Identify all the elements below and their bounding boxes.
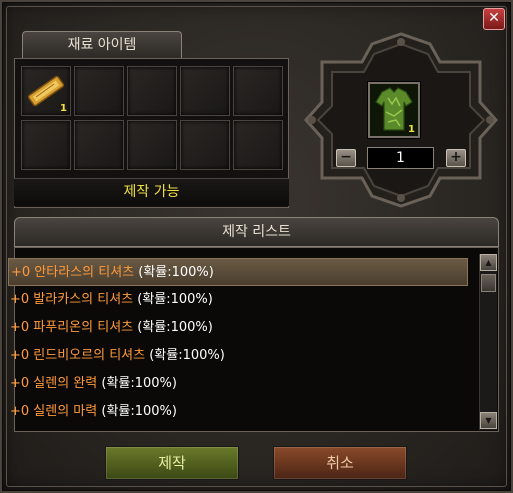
slot-count: 1	[60, 103, 67, 114]
craft-list-item[interactable]: +0 안타라스의 티셔츠 (확률:100%)	[8, 258, 468, 286]
craft-list-item[interactable]: +0 파푸리온의 티셔츠 (확률:100%)	[8, 314, 468, 342]
quantity-increase-button[interactable]: +	[446, 149, 466, 167]
quantity-decrease-button[interactable]: −	[336, 149, 356, 167]
item-probability: (확률:100%)	[149, 348, 225, 363]
material-slot[interactable]	[233, 120, 283, 170]
material-slot[interactable]	[21, 120, 71, 170]
close-button[interactable]: ✕	[483, 8, 505, 30]
item-name: +0 실렌의 완력	[10, 376, 102, 391]
material-slot[interactable]	[233, 66, 283, 116]
item-name: +0 린드비오르의 티셔츠	[10, 348, 150, 363]
item-name: +0 안타라스의 티셔츠	[11, 265, 139, 280]
materials-tab[interactable]: 재료 아이템	[22, 31, 182, 59]
scroll-up-button[interactable]: ▲	[480, 254, 497, 271]
craft-list-scrollbar[interactable]: ▲ ▼	[479, 254, 497, 430]
item-probability: (확률:100%)	[101, 376, 177, 391]
craft-list-item[interactable]: +0 발라카스의 티셔츠 (확률:100%)	[8, 286, 468, 314]
quantity-input[interactable]: 1	[367, 147, 434, 169]
item-name: +0 파푸리온의 티셔츠	[10, 320, 138, 335]
material-slot[interactable]	[127, 66, 177, 116]
scroll-thumb[interactable]	[481, 274, 496, 292]
item-name: +0 발라카스의 티셔츠	[10, 292, 138, 307]
item-probability: (확률:100%)	[101, 404, 177, 419]
craft-list-item[interactable]: +0 실렌의 완력 (확률:100%)	[8, 370, 468, 398]
material-slot[interactable]: 1	[21, 66, 71, 116]
material-slot[interactable]	[127, 120, 177, 170]
item-probability: (확률:100%)	[138, 265, 214, 280]
material-slot[interactable]	[74, 120, 124, 170]
craft-button[interactable]: 제작	[105, 446, 239, 480]
cancel-button[interactable]: 취소	[273, 446, 407, 480]
craft-status: 제작 가능	[14, 178, 289, 206]
material-slot[interactable]	[180, 120, 230, 170]
material-slot[interactable]	[74, 66, 124, 116]
scroll-down-button[interactable]: ▼	[480, 412, 497, 429]
material-slot[interactable]	[180, 66, 230, 116]
item-probability: (확률:100%)	[137, 292, 213, 307]
craft-list-item[interactable]: +0 린드비오르의 티셔츠 (확률:100%)	[8, 342, 468, 370]
craft-window: ✕ 재료 아이템 1 제작 가능 1 − 1 + 제작 리스트 +0 안타라스의…	[0, 0, 513, 493]
craft-list-title: 제작 리스트	[14, 217, 499, 247]
result-count: 1	[408, 124, 415, 135]
item-probability: (확률:100%)	[137, 320, 213, 335]
craft-list-item[interactable]: +0 실렌의 마력 (확률:100%)	[8, 398, 468, 426]
result-slot[interactable]: 1	[368, 82, 420, 138]
item-name: +0 실렌의 마력	[10, 404, 102, 419]
